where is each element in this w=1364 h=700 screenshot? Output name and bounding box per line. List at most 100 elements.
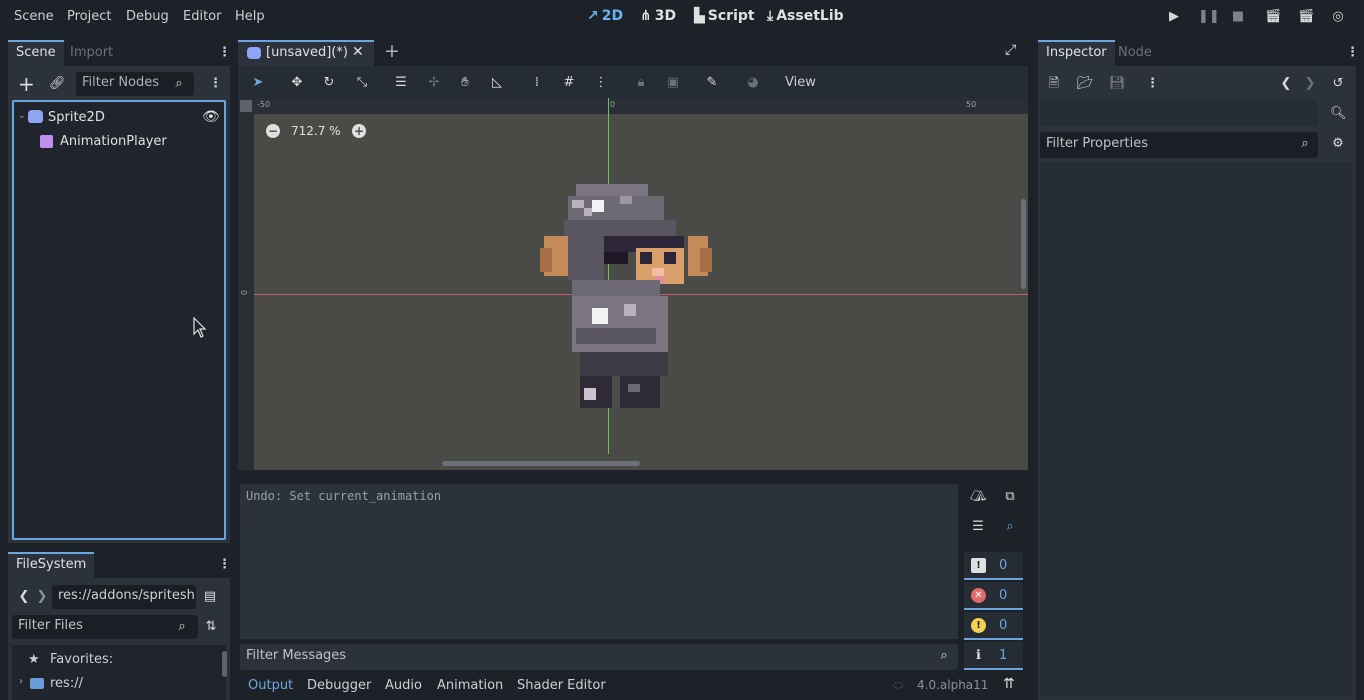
mode-script-button[interactable]: ▙ Script <box>694 8 755 24</box>
tab-node[interactable]: Node <box>1110 40 1160 66</box>
filter-errors-toggle[interactable]: ! 0 <box>964 552 1023 580</box>
add-node-icon[interactable]: + <box>18 74 35 94</box>
pan-tool-icon[interactable]: ✋︎ <box>456 74 474 92</box>
tab-inspector[interactable]: Inspector <box>1038 40 1115 66</box>
filesystem-menu-icon[interactable]: ⋮ <box>218 557 231 573</box>
warning-icon: ! <box>971 618 986 633</box>
link-icon[interactable]: 🔗︎ <box>49 76 66 92</box>
new-resource-icon[interactable]: 🗎︎ <box>1046 76 1062 92</box>
scene-tab[interactable]: [unsaved](*) ✕ <box>238 40 374 66</box>
mouse-cursor-icon <box>193 317 207 338</box>
filter-info-toggle[interactable]: ℹ1 <box>964 642 1023 670</box>
filter-messages-input[interactable]: Filter Messages <box>240 644 958 670</box>
play-custom-scene-icon[interactable]: 🎬︎ <box>1298 9 1315 25</box>
select-tool-icon[interactable]: ➤ <box>249 74 267 92</box>
collapse-messages-icon[interactable]: ☰ <box>970 519 986 535</box>
canvas-viewport[interactable]: − 712.7 % + <box>254 98 1028 470</box>
lock-icon[interactable]: 🔒︎ <box>632 74 650 92</box>
play-icon[interactable]: ▶ <box>1166 9 1182 25</box>
zoom-level[interactable]: 712.7 % <box>291 124 341 138</box>
save-resource-icon[interactable]: 💾︎ <box>1109 76 1126 92</box>
distraction-free-icon[interactable]: ⤢ <box>1005 42 1016 58</box>
forward-arrow-icon[interactable]: ❯ <box>34 589 50 605</box>
list-select-icon[interactable]: ☰ <box>392 74 410 92</box>
menu-scene[interactable]: Scene <box>14 9 54 24</box>
filter-files-input[interactable]: Filter Files <box>12 615 198 639</box>
menu-project[interactable]: Project <box>67 9 111 24</box>
viewport-vscrollbar[interactable] <box>1021 199 1026 289</box>
tree-item-res[interactable]: res:// <box>50 676 83 691</box>
clear-output-icon[interactable]: ⛺︎ <box>970 489 987 505</box>
open-resource-icon[interactable]: 📂︎ <box>1077 76 1094 92</box>
back-arrow-icon[interactable]: ❮ <box>16 589 32 605</box>
tab-shader-editor[interactable]: Shader Editor <box>517 678 606 693</box>
viewport-hscrollbar[interactable] <box>442 461 640 466</box>
expand-bottom-panel-icon[interactable]: ⇈ <box>1003 676 1015 692</box>
filter-properties-input[interactable]: Filter Properties <box>1040 132 1318 158</box>
output-log-line: Undo: Set current_animation <box>246 489 442 503</box>
tab-scene[interactable]: Scene <box>8 40 64 66</box>
mode-assetlib-button[interactable]: ⤓ AssetLib <box>767 8 844 24</box>
ruler-corner <box>240 100 252 112</box>
scene-tabs-bar: [unsaved](*) ✕ + ⤢ <box>238 40 1028 66</box>
zoom-in-icon[interactable]: + <box>352 124 366 138</box>
scene-tree-menu-icon[interactable]: ⋮ <box>209 76 222 92</box>
output-log[interactable]: Undo: Set current_animation <box>240 484 958 639</box>
copy-output-icon[interactable]: ⧉ <box>1002 489 1018 505</box>
tree-item-favorites[interactable]: Favorites: <box>50 652 113 667</box>
pause-icon[interactable]: ❚❚ <box>1198 9 1220 25</box>
camera-override-icon[interactable]: ◕ <box>744 74 762 92</box>
toggle-search-icon[interactable]: ⌕ <box>1002 519 1018 535</box>
play-scene-icon[interactable]: 🎬︎ <box>1265 9 1282 25</box>
tree-item-animationplayer[interactable]: AnimationPlayer <box>60 134 167 149</box>
filesystem-scrollbar[interactable] <box>222 651 227 677</box>
ruler-tool-icon[interactable]: ◺ <box>488 74 506 92</box>
tab-debugger[interactable]: Debugger <box>307 678 371 693</box>
history-forward-icon[interactable]: ❯ <box>1302 76 1318 92</box>
history-back-icon[interactable]: ❮ <box>1278 76 1294 92</box>
snap-options-icon[interactable]: ⋮ <box>592 74 610 92</box>
tab-import[interactable]: Import <box>62 40 121 66</box>
menu-debug[interactable]: Debug <box>126 9 169 24</box>
open-documentation-icon[interactable]: 🔍︎ <box>1330 106 1347 122</box>
group-icon[interactable]: ▣ <box>664 74 682 92</box>
rotate-tool-icon[interactable]: ↻ <box>320 74 338 92</box>
inspector-dock-menu-icon[interactable]: ⋮ <box>1346 45 1359 61</box>
history-icon[interactable]: ↺ <box>1330 76 1346 92</box>
move-tool-icon[interactable]: ✥ <box>288 74 306 92</box>
menu-help[interactable]: Help <box>235 9 265 24</box>
grid-snap-icon[interactable]: # <box>560 74 578 92</box>
object-selector[interactable] <box>1040 100 1318 126</box>
filesystem-path-field[interactable]: res://addons/spritesh <box>52 585 196 609</box>
sort-icon[interactable]: ⇅ <box>203 619 219 635</box>
scene-dock-menu-icon[interactable]: ⋮ <box>218 45 231 61</box>
view-menu[interactable]: View <box>785 75 816 90</box>
scale-tool-icon[interactable]: ⤡ <box>353 74 371 92</box>
visibility-eye-icon[interactable]: 👁︎ <box>202 109 220 125</box>
movie-maker-icon[interactable]: ◎ <box>1330 9 1346 25</box>
expand-icon[interactable]: › <box>19 676 23 687</box>
menu-editor[interactable]: Editor <box>183 9 221 24</box>
collapse-icon[interactable]: ⌄ <box>18 111 26 121</box>
tab-animation[interactable]: Animation <box>437 678 503 693</box>
resource-menu-icon[interactable]: ⋮ <box>1146 76 1159 92</box>
close-tab-icon[interactable]: ✕ <box>352 44 364 60</box>
tab-output[interactable]: Output <box>248 678 293 693</box>
tree-item-sprite2d[interactable]: Sprite2D <box>48 110 105 125</box>
filter-warning-toggle[interactable]: ! 0 <box>964 612 1023 640</box>
split-view-icon[interactable]: ▤ <box>202 589 218 605</box>
mode-2d-button[interactable]: ↗ 2D <box>587 8 623 24</box>
ruler-tick-label: -50 <box>257 100 271 109</box>
pivot-tool-icon[interactable]: ✢ <box>425 74 443 92</box>
tab-filesystem[interactable]: FileSystem <box>8 552 95 578</box>
smart-snap-icon[interactable]: ⁞ <box>528 74 546 92</box>
bone-icon[interactable]: ✎ <box>703 74 721 92</box>
new-tab-icon[interactable]: + <box>384 40 400 62</box>
mode-3d-button[interactable]: ⋔ 3D <box>640 8 676 24</box>
stop-icon[interactable]: ■ <box>1230 9 1246 25</box>
tab-audio[interactable]: Audio <box>385 678 422 693</box>
zoom-out-icon[interactable]: − <box>266 124 280 138</box>
error-message-icon: ! <box>971 558 986 573</box>
filter-error-toggle[interactable]: ✕ 0 <box>964 582 1023 610</box>
property-tools-icon[interactable]: ⚙︎ <box>1330 136 1346 152</box>
